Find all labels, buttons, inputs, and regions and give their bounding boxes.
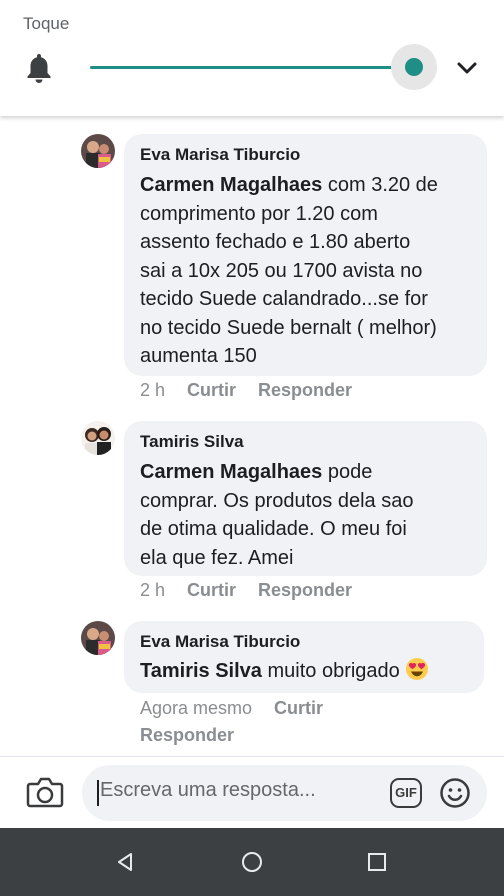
comment-text-line: no tecido Suede bernalt ( melhor) bbox=[140, 316, 437, 339]
comment-actions: 2 h Curtir Responder bbox=[140, 380, 374, 401]
comment-text-line: sai a 10x 205 ou 1700 avista no bbox=[140, 259, 423, 282]
avatar-image bbox=[81, 621, 115, 655]
gif-button[interactable]: GIF bbox=[390, 778, 422, 808]
system-nav-bar bbox=[0, 828, 504, 896]
comment-bubble: Eva Marisa Tiburcio Tamiris Silva muito … bbox=[124, 621, 484, 693]
avatar[interactable] bbox=[81, 421, 115, 455]
avatar[interactable] bbox=[81, 134, 115, 168]
back-icon[interactable] bbox=[114, 851, 136, 873]
comment-text-line: pode bbox=[322, 461, 373, 483]
comment-text-line: com 3.20 de bbox=[322, 174, 438, 196]
bell-icon[interactable] bbox=[25, 52, 53, 84]
comment-author[interactable]: Tamiris Silva bbox=[140, 431, 473, 453]
heart-eyes-emoji bbox=[406, 658, 429, 680]
comment-body: Carmen Magalhaes pode comprar. Os produt… bbox=[140, 458, 473, 572]
comment-bubble: Eva Marisa Tiburcio Carmen Magalhaes com… bbox=[124, 134, 487, 376]
comment-bubble: Tamiris Silva Carmen Magalhaes pode comp… bbox=[124, 421, 487, 576]
reply-input-placeholder: Escreva uma resposta... bbox=[100, 779, 316, 801]
volume-slider-thumb[interactable] bbox=[405, 58, 423, 76]
home-icon[interactable] bbox=[241, 851, 263, 873]
avatar[interactable] bbox=[81, 621, 115, 655]
comment-timestamp[interactable]: Agora mesmo bbox=[140, 698, 252, 718]
reply-composer: Escreva uma resposta... GIF bbox=[0, 756, 504, 828]
avatar-image bbox=[81, 134, 115, 168]
comment-text-line: tecido Suede calandrado...se for bbox=[140, 288, 428, 310]
comment-text-line: aumenta 150 bbox=[140, 345, 257, 367]
reply-button[interactable]: Responder bbox=[258, 380, 352, 400]
camera-icon[interactable] bbox=[26, 775, 64, 809]
comment-timestamp[interactable]: 2 h bbox=[140, 380, 165, 400]
like-button[interactable]: Curtir bbox=[187, 580, 236, 600]
like-button[interactable]: Curtir bbox=[187, 380, 236, 400]
volume-slider-track[interactable] bbox=[90, 66, 416, 69]
reply-button[interactable]: Responder bbox=[258, 580, 352, 600]
comment-body: Carmen Magalhaes com 3.20 de comprimento… bbox=[140, 171, 473, 371]
smiley-icon[interactable] bbox=[439, 777, 471, 809]
volume-panel: Toque bbox=[0, 0, 504, 116]
reply-input[interactable]: Escreva uma resposta... GIF bbox=[82, 765, 487, 821]
comment-text-line: comprimento por 1.20 com bbox=[140, 202, 378, 225]
comment-text-line: comprar. Os produtos dela sao bbox=[140, 489, 414, 512]
reply-button[interactable]: Responder bbox=[140, 725, 234, 745]
comment-mention[interactable]: Tamiris Silva bbox=[140, 660, 262, 682]
comment-text-line: assento fechado e 1.80 aberto bbox=[140, 231, 411, 253]
comment-actions: 2 h Curtir Responder bbox=[140, 580, 374, 601]
comment-mention[interactable]: Carmen Magalhaes bbox=[140, 461, 322, 483]
avatar-image bbox=[81, 421, 115, 455]
comment-body: Tamiris Silva muito obrigado bbox=[140, 657, 470, 686]
comment-author[interactable]: Eva Marisa Tiburcio bbox=[140, 631, 470, 653]
comment-text-line: ela que fez. Amei bbox=[140, 546, 294, 569]
comment-mention[interactable]: Carmen Magalhaes bbox=[140, 174, 322, 196]
comment-actions: Agora mesmo Curtir Responder bbox=[140, 698, 380, 746]
volume-panel-title: Toque bbox=[23, 14, 70, 33]
recents-icon[interactable] bbox=[368, 853, 386, 871]
comment-text-line: de otima qualidade. O meu foi bbox=[140, 518, 407, 540]
text-cursor bbox=[97, 780, 99, 806]
comment-timestamp[interactable]: 2 h bbox=[140, 580, 165, 600]
comment-author[interactable]: Eva Marisa Tiburcio bbox=[140, 144, 473, 166]
like-button[interactable]: Curtir bbox=[274, 698, 323, 718]
chevron-down-icon[interactable] bbox=[455, 58, 479, 78]
comment-text-line: muito obrigado bbox=[261, 660, 406, 682]
